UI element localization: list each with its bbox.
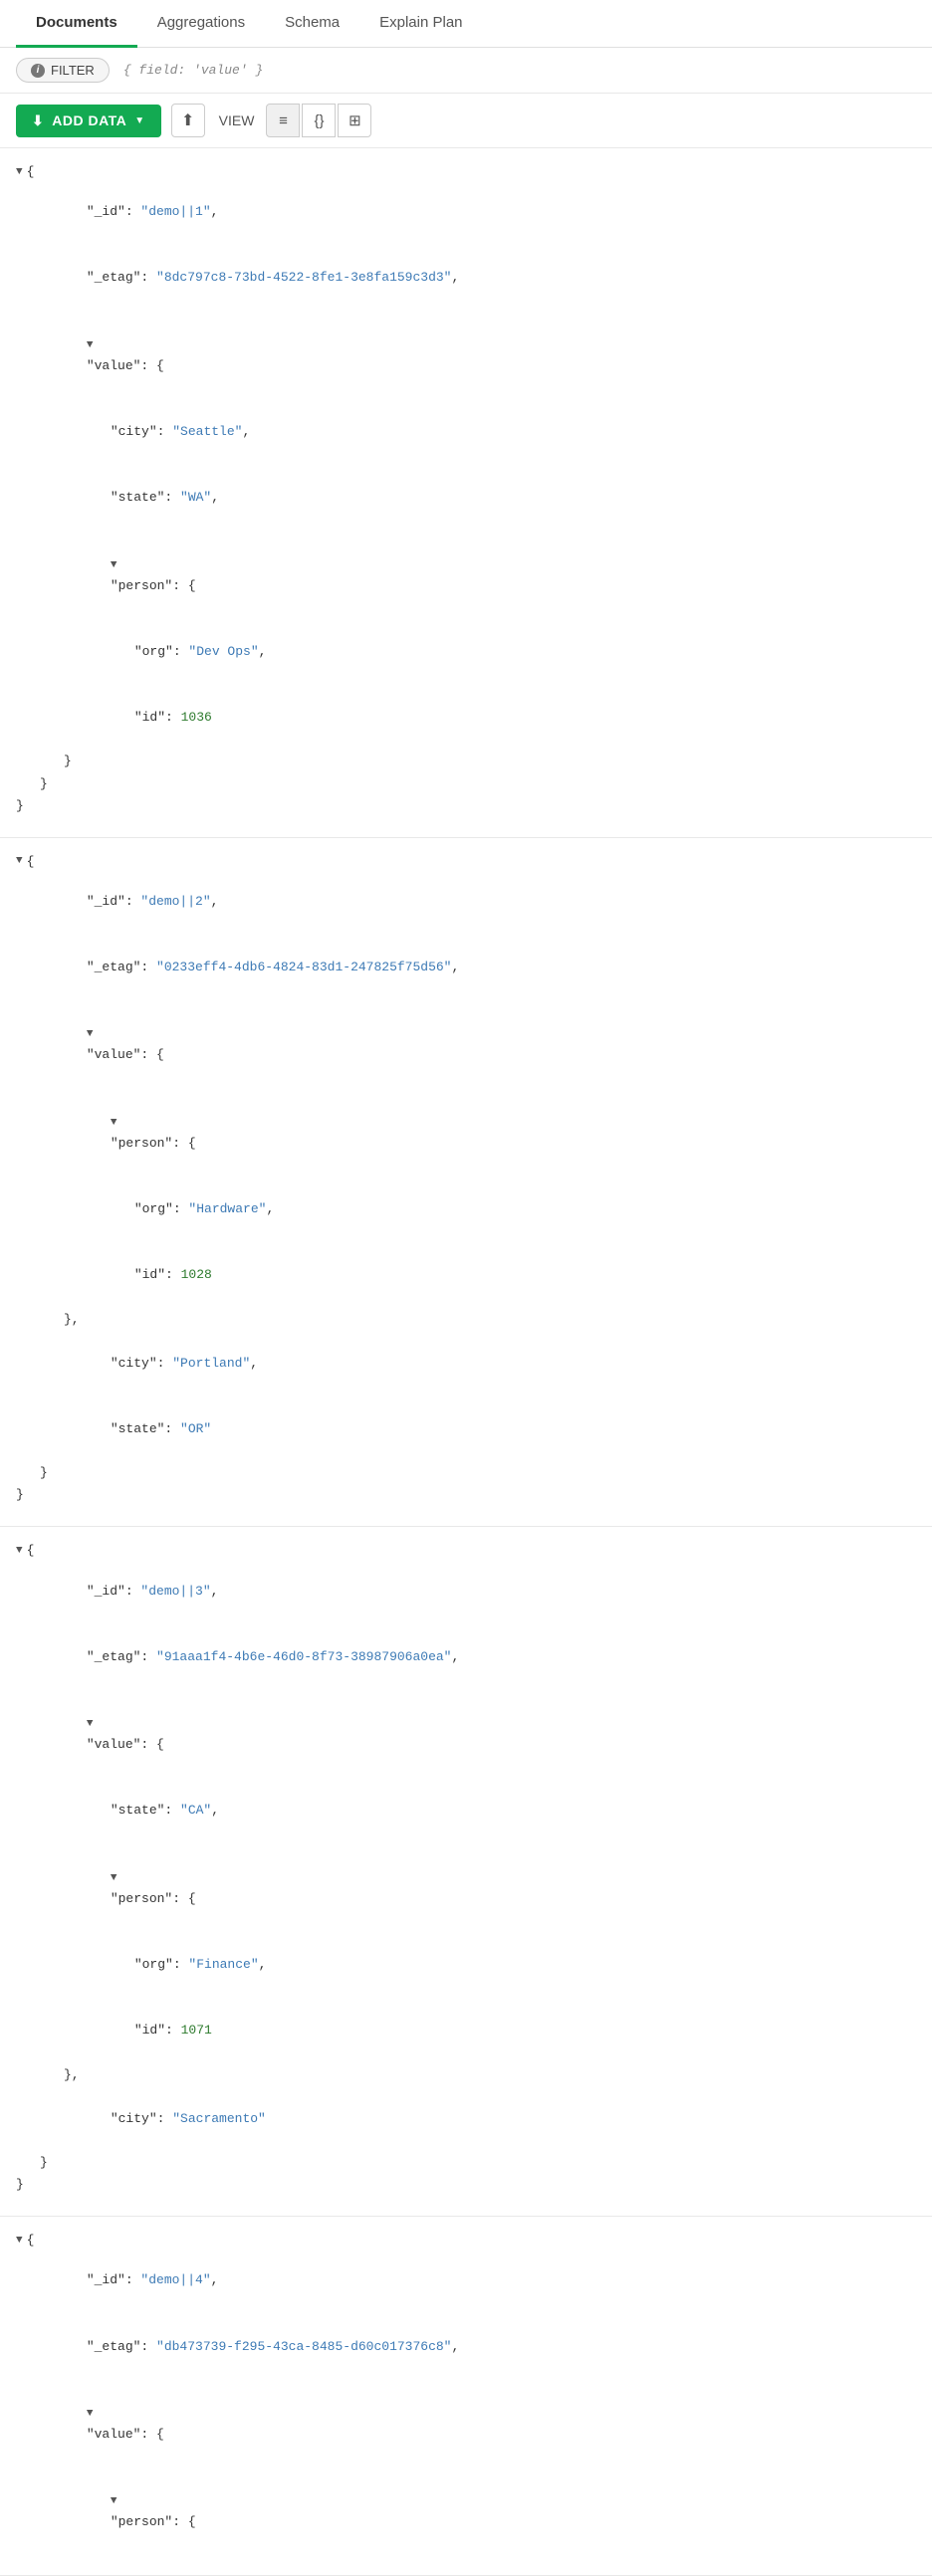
- table-icon: ⊞: [349, 111, 361, 129]
- collapse-toggle[interactable]: ▼: [16, 166, 23, 178]
- filter-label: FILTER: [51, 63, 95, 78]
- list-item: },: [16, 1309, 916, 1331]
- table-row: ▼ { "_id": "demo||3", "_etag": "91aaa1f4…: [0, 1527, 932, 2217]
- doc-opener-4: ▼ {: [16, 2233, 916, 2248]
- list-item: ▼ "person": {: [16, 2468, 916, 2555]
- list-icon: ≡: [279, 112, 288, 129]
- list-item: ▼ "value": {: [16, 1690, 916, 1778]
- list-item: "_etag": "8dc797c8-73bd-4522-8fe1-3e8fa1…: [16, 245, 916, 311]
- list-item: ▼ "value": {: [16, 312, 916, 399]
- doc-brace-open: {: [27, 854, 35, 869]
- list-item: }: [16, 1484, 916, 1506]
- table-row: ▼ { "_id": "demo||1", "_etag": "8dc797c8…: [0, 148, 932, 838]
- tab-documents[interactable]: Documents: [16, 0, 137, 48]
- list-item: ▼ "person": {: [16, 1844, 916, 1932]
- documents-area: ▼ { "_id": "demo||1", "_etag": "8dc797c8…: [0, 148, 932, 2576]
- list-item: "city": "Seattle",: [16, 399, 916, 465]
- collapse-toggle[interactable]: ▼: [111, 2495, 117, 2507]
- list-item: "id": 1036: [16, 685, 916, 751]
- list-item: "id": 1071: [16, 1998, 916, 2063]
- tab-schema[interactable]: Schema: [265, 0, 359, 48]
- doc-opener-2: ▼ {: [16, 854, 916, 869]
- list-item: "_id": "demo||1",: [16, 179, 916, 245]
- view-label: VIEW: [219, 112, 255, 128]
- add-data-icon: ⬇: [32, 112, 44, 129]
- list-item: },: [16, 2064, 916, 2086]
- tab-explain-plan[interactable]: Explain Plan: [359, 0, 482, 48]
- collapse-toggle[interactable]: ▼: [111, 1117, 117, 1129]
- collapse-toggle[interactable]: ▼: [111, 559, 117, 571]
- list-item: "_etag": "91aaa1f4-4b6e-46d0-8f73-389879…: [16, 1624, 916, 1690]
- list-item: }: [16, 795, 916, 817]
- list-item: "_id": "demo||4",: [16, 2248, 916, 2313]
- list-item: ▼ "person": {: [16, 1089, 916, 1177]
- table-row: ▼ { "_id": "demo||4", "_etag": "db473739…: [0, 2217, 932, 2576]
- doc-brace-open: {: [27, 2233, 35, 2248]
- list-item: "id": 1028: [16, 1242, 916, 1308]
- json-view-button[interactable]: {}: [302, 104, 336, 137]
- filter-button[interactable]: i FILTER: [16, 58, 110, 83]
- table-view-button[interactable]: ⊞: [338, 104, 371, 137]
- list-item: ▼ "value": {: [16, 1000, 916, 1088]
- list-item: "org": "Finance",: [16, 1932, 916, 1998]
- filter-query[interactable]: { field: 'value' }: [123, 63, 263, 78]
- list-item: "_etag": "db473739-f295-43ca-8485-d60c01…: [16, 2313, 916, 2379]
- doc-opener-3: ▼ {: [16, 1543, 916, 1558]
- add-data-label: ADD DATA: [52, 112, 126, 128]
- import-button[interactable]: ⬆: [171, 104, 205, 137]
- collapse-toggle[interactable]: ▼: [87, 1028, 94, 1040]
- table-row: ▼ { "_id": "demo||2", "_etag": "0233eff4…: [0, 838, 932, 1528]
- filter-bar: i FILTER { field: 'value' }: [0, 48, 932, 94]
- collapse-toggle[interactable]: ▼: [87, 339, 94, 351]
- doc-opener-1: ▼ {: [16, 164, 916, 179]
- list-item: "state": "OR": [16, 1396, 916, 1462]
- list-item: "_id": "demo||3",: [16, 1558, 916, 1623]
- list-item: "city": "Sacramento": [16, 2086, 916, 2152]
- tab-aggregations[interactable]: Aggregations: [137, 0, 265, 48]
- tab-bar: Documents Aggregations Schema Explain Pl…: [0, 0, 932, 48]
- doc-brace-open: {: [27, 1543, 35, 1558]
- collapse-toggle[interactable]: ▼: [16, 2235, 23, 2247]
- list-item: "_id": "demo||2",: [16, 869, 916, 935]
- list-item: }: [16, 2174, 916, 2196]
- toolbar: ⬇ ADD DATA ▼ ⬆ VIEW ≡ {} ⊞: [0, 94, 932, 148]
- json-icon: {}: [314, 112, 324, 129]
- collapse-toggle[interactable]: ▼: [16, 1545, 23, 1557]
- dropdown-arrow-icon: ▼: [134, 115, 144, 126]
- list-item: "org": "Dev Ops",: [16, 619, 916, 685]
- doc-brace-open: {: [27, 164, 35, 179]
- collapse-toggle[interactable]: ▼: [87, 1718, 94, 1730]
- list-item: "org": "Hardware",: [16, 1177, 916, 1242]
- list-item: "state": "CA",: [16, 1778, 916, 1843]
- list-item: "_etag": "0233eff4-4db6-4824-83d1-247825…: [16, 935, 916, 1000]
- collapse-toggle[interactable]: ▼: [16, 855, 23, 867]
- list-item: }: [16, 2152, 916, 2174]
- list-item: "city": "Portland",: [16, 1331, 916, 1396]
- list-item: ▼ "person": {: [16, 532, 916, 619]
- collapse-toggle[interactable]: ▼: [111, 1872, 117, 1884]
- list-item: }: [16, 751, 916, 772]
- info-icon: i: [31, 64, 45, 78]
- upload-icon: ⬆: [181, 110, 194, 130]
- list-view-button[interactable]: ≡: [266, 104, 300, 137]
- collapse-toggle[interactable]: ▼: [87, 2408, 94, 2420]
- list-item: }: [16, 1462, 916, 1484]
- add-data-button[interactable]: ⬇ ADD DATA ▼: [16, 105, 161, 137]
- list-item: "state": "WA",: [16, 465, 916, 531]
- view-buttons: ≡ {} ⊞: [266, 104, 371, 137]
- list-item: }: [16, 773, 916, 795]
- list-item: ▼ "value": {: [16, 2380, 916, 2468]
